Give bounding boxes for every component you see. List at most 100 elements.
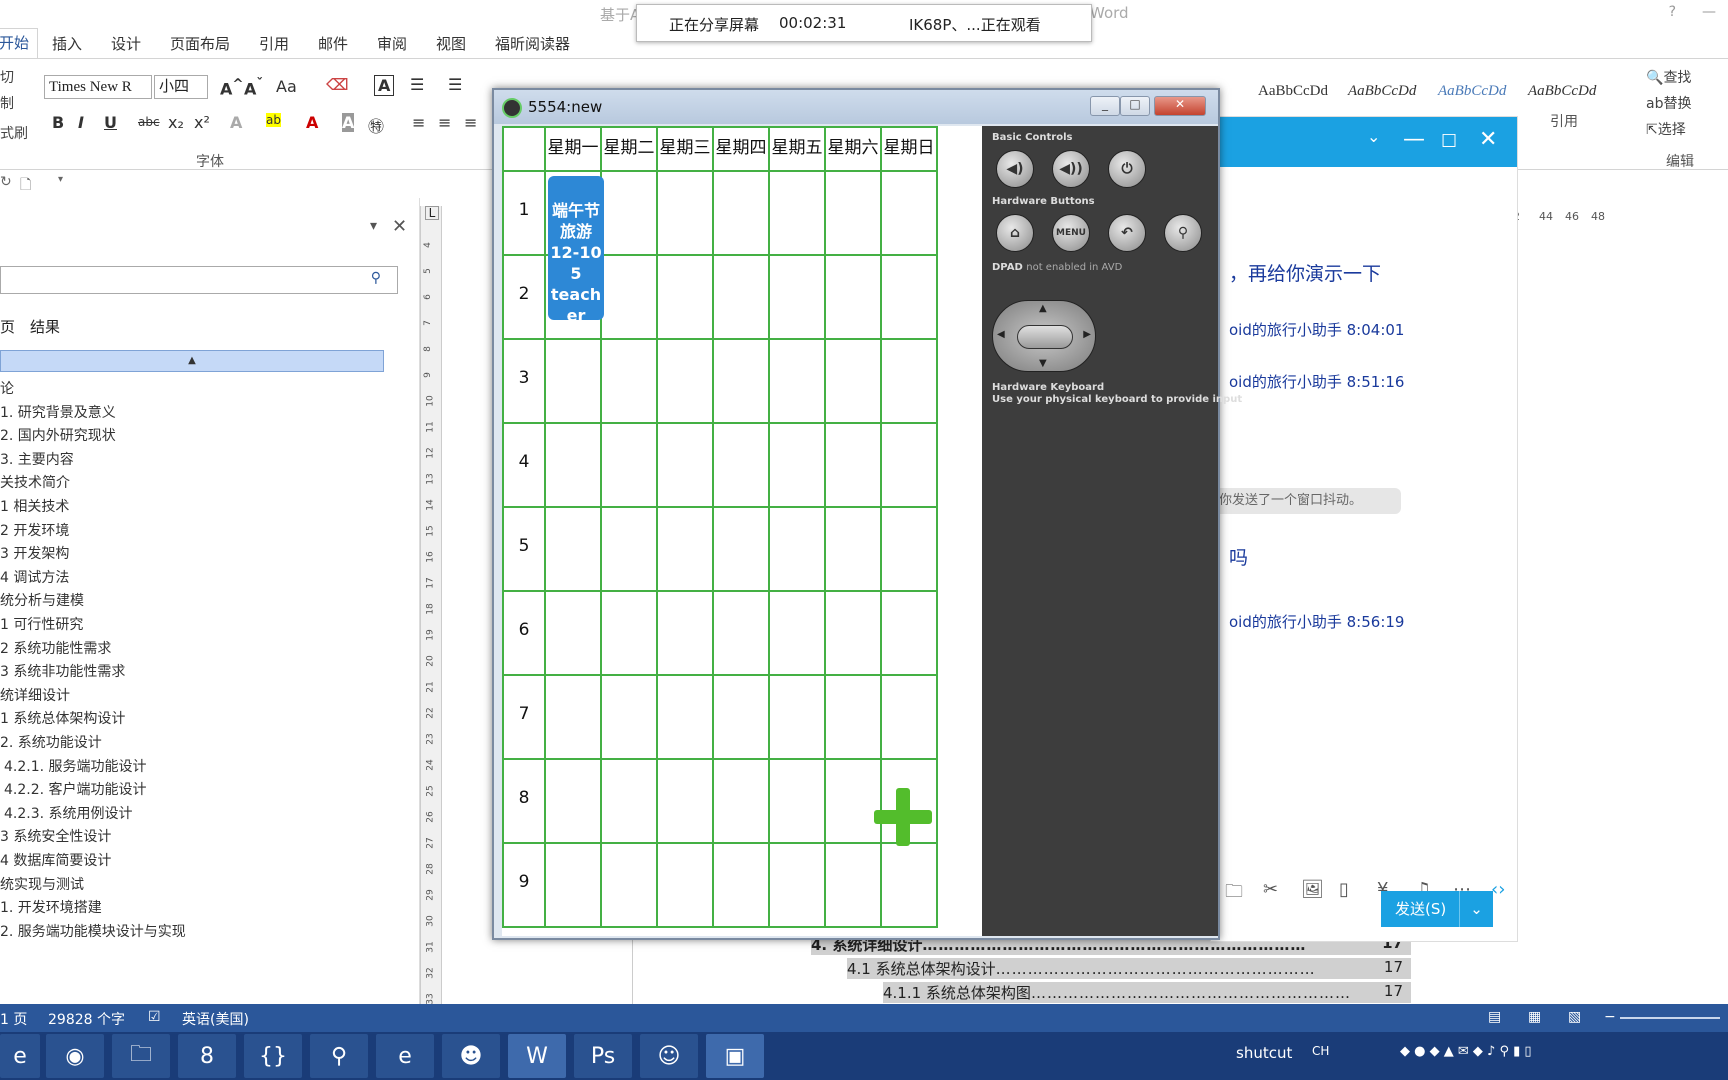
timetable-slot[interactable] [880,254,938,340]
nav-heading-item[interactable]: 4.2.1. 服务端功能设计 [4,756,147,776]
timetable-slot[interactable] [768,338,826,424]
timetable-slot[interactable] [880,506,938,592]
nav-heading-item[interactable]: 2 系统功能性需求 [0,638,111,658]
ribbon-minimize-icon[interactable]: — [1702,4,1716,20]
dpad-center[interactable] [1017,325,1073,349]
grow-font-icon[interactable]: A^ [220,77,244,98]
timetable-slot[interactable] [768,590,826,676]
timetable-slot[interactable] [600,506,658,592]
timetable-slot[interactable] [768,758,826,844]
timetable-slot[interactable] [768,254,826,340]
italic-button[interactable]: I [78,113,84,132]
nav-heading-item[interactable]: 统详细设计 [0,685,70,705]
timetable-slot[interactable] [600,254,658,340]
shrink-font-icon[interactable]: Aˇ [244,77,263,98]
char-border-icon[interactable]: A [374,75,395,96]
internet-explorer-icon[interactable]: e [376,1034,434,1078]
search-icon[interactable]: ⚲ [371,270,381,286]
timetable-slot[interactable] [880,674,938,760]
close-icon[interactable]: ✕ [1154,96,1206,116]
send-button[interactable]: 发送(S) ⌄ [1381,891,1493,927]
word-count[interactable]: 29828 个字 [48,1009,125,1029]
copy-button[interactable]: 制 [0,93,14,113]
superscript-button[interactable]: x² [194,113,210,132]
tab-page-layout[interactable]: 页面布局 [170,33,230,54]
cut-button[interactable]: 切 [0,67,14,87]
style-2[interactable]: AaBbCcDd [1348,83,1416,100]
file-explorer-icon[interactable]: 🗀 [112,1034,170,1078]
chrome-icon[interactable]: ◉ [46,1034,104,1078]
nav-heading-item[interactable]: 1. 开发环境搭建 [0,897,102,917]
nav-heading-item[interactable]: 3 系统非功能性需求 [0,661,125,681]
timetable-slot[interactable] [656,170,714,256]
nav-options-icon[interactable]: ▾ [370,218,377,234]
timetable-slot[interactable] [656,338,714,424]
timetable-slot[interactable] [880,338,938,424]
timetable-slot[interactable] [824,506,882,592]
bullets-icon[interactable]: ☰ [410,75,424,94]
timetable-slot[interactable] [880,842,938,928]
emulator-screen[interactable]: 星期一 星期二 星期三 星期四 星期五 星期六 星期日 1 2 3 4 5 6 7 8 9 端午节旅游 12-… [502,126,982,936]
dpad-down-icon[interactable]: ▼ [1039,358,1047,369]
timetable-slot[interactable] [712,338,770,424]
volume-down-icon[interactable]: ◀) [996,150,1034,188]
search-icon[interactable]: ⚲ [1164,214,1202,252]
toc-line[interactable]: 4.1 系统总体架构设计…………………………………………………… 17 [847,958,1411,979]
timetable-slot[interactable] [544,590,602,676]
redo-icon[interactable]: ↻ [0,174,12,190]
tray-label[interactable]: shutcut [1236,1044,1292,1062]
nav-heading-item[interactable]: 4.2.2. 客户端功能设计 [4,779,147,799]
tab-home[interactable]: 开始 [0,28,39,58]
add-course-button[interactable] [874,788,932,846]
nav-search-input[interactable]: ⚲ [0,266,398,294]
photoshop-icon[interactable]: Ps [574,1034,632,1078]
timetable-slot[interactable] [656,506,714,592]
timetable-slot[interactable] [824,590,882,676]
timetable-slot[interactable] [880,170,938,256]
align-center-icon[interactable]: ≡ [438,113,451,132]
timetable-slot[interactable] [768,506,826,592]
nav-heading-item[interactable]: 3. 主要内容 [0,449,74,469]
page-count[interactable]: 1 页 [0,1009,27,1029]
timetable-slot[interactable] [824,254,882,340]
timetable-slot[interactable] [656,758,714,844]
nav-heading-item[interactable]: 1 相关技术 [0,496,69,516]
align-right-icon[interactable]: ≡ [464,113,477,132]
timetable-slot[interactable] [544,422,602,508]
minimize-icon[interactable]: — [1403,127,1425,152]
change-case-icon[interactable]: Aa [276,77,297,96]
timetable-slot[interactable] [880,422,938,508]
nav-heading-item[interactable]: 4 数据库简要设计 [0,850,111,870]
eclipse-icon[interactable]: 8 [178,1034,236,1078]
nav-heading-item[interactable]: 3 系统安全性设计 [0,826,111,846]
nav-heading-item[interactable]: 2. 国内外研究现状 [0,425,116,445]
tab-selector-icon[interactable]: L [425,206,439,220]
web-layout-icon[interactable]: ▧ [1568,1009,1581,1025]
back-icon[interactable]: ↶ [1108,214,1146,252]
tab-insert[interactable]: 插入 [52,33,82,54]
timetable-slot[interactable] [880,590,938,676]
zoom-slider[interactable] [1620,1017,1720,1019]
nav-tab-results[interactable]: 结果 [30,316,60,337]
nav-heading-item[interactable]: 3 开发架构 [0,543,69,563]
nav-heading-item[interactable]: 2. 系统功能设计 [0,732,102,752]
timetable-slot[interactable] [712,422,770,508]
share-viewers[interactable]: IK68P、...正在观看 [909,14,1041,35]
timetable-slot[interactable] [768,422,826,508]
chevron-down-icon[interactable]: ⌄ [1367,127,1380,146]
format-painter-button[interactable]: 式刷 [0,123,28,143]
timetable-slot[interactable] [824,674,882,760]
ie-pinned-icon[interactable]: e [0,1034,40,1078]
align-left-icon[interactable]: ≡ [412,113,425,132]
timetable-slot[interactable] [544,674,602,760]
maximize-icon[interactable]: □ [1120,96,1150,116]
home-icon[interactable]: ⌂ [996,214,1034,252]
style-3[interactable]: AaBbCcDd [1438,83,1506,100]
timetable-slot[interactable] [544,842,602,928]
style-4[interactable]: AaBbCcDd [1528,83,1596,100]
numbering-icon[interactable]: ☰ [448,75,462,94]
tab-foxit[interactable]: 福昕阅读器 [495,33,570,54]
tab-review[interactable]: 审阅 [377,33,407,54]
timetable-slot[interactable] [768,674,826,760]
dpad-control[interactable]: ▲ ▼ ◀ ▶ [992,300,1096,372]
